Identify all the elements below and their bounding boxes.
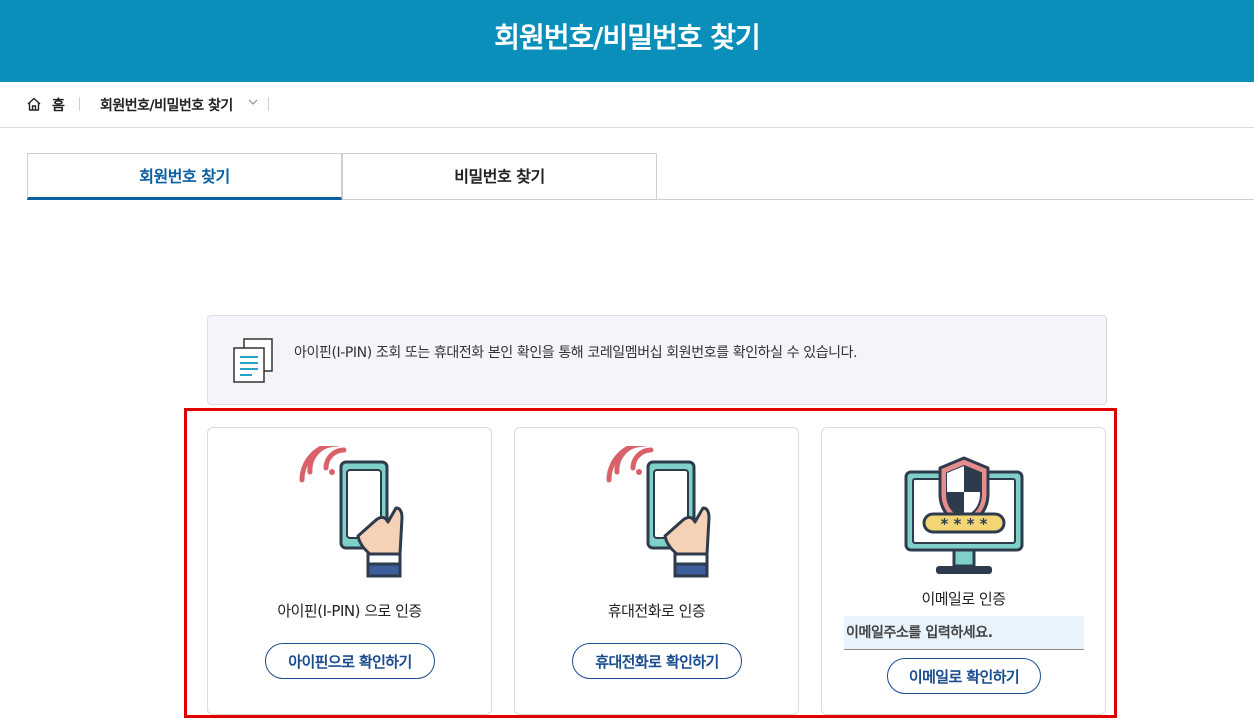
page-title: 회원번호/비밀번호 찾기 — [494, 21, 761, 54]
phone-card: 휴대전화로 인증 휴대전화로 확인하기 — [514, 427, 799, 715]
email-card-title: 이메일로 인증 — [921, 590, 1006, 608]
phone-hand-icon — [299, 446, 404, 578]
breadcrumb-divider — [79, 97, 80, 111]
tab-password[interactable]: 비밀번호 찾기 — [342, 153, 657, 200]
tab-member-number[interactable]: 회원번호 찾기 — [27, 153, 342, 200]
phone-verify-button[interactable]: 휴대전화로 확인하기 — [572, 643, 742, 679]
phone-card-title: 휴대전화로 인증 — [607, 602, 706, 620]
email-card: * * * * 이메일로 인증 이메일로 확인하기 — [821, 427, 1106, 715]
email-verify-button[interactable]: 이메일로 확인하기 — [887, 658, 1041, 694]
ipin-card-title: 아이핀(I-PIN) 으로 인증 — [277, 602, 422, 620]
phone-hand-icon — [606, 446, 711, 578]
breadcrumb-current[interactable]: 회원번호/비밀번호 찾기 — [100, 95, 233, 115]
info-text: 아이핀(I-PIN) 조회 또는 휴대전화 본인 확인을 통해 코레일멤버십 회… — [294, 345, 858, 361]
info-box: 아이핀(I-PIN) 조회 또는 휴대전화 본인 확인을 통해 코레일멤버십 회… — [207, 315, 1107, 405]
ipin-verify-button[interactable]: 아이핀으로 확인하기 — [265, 643, 435, 679]
tab-bar: 회원번호 찾기 비밀번호 찾기 — [27, 153, 657, 200]
email-input[interactable] — [844, 616, 1084, 650]
home-icon[interactable] — [26, 96, 42, 112]
tab-underline — [657, 199, 1254, 200]
svg-text:* * * *: * * * * — [940, 515, 987, 533]
monitor-shield-icon: * * * * — [904, 456, 1024, 574]
breadcrumb: 홈 회원번호/비밀번호 찾기 — [0, 82, 1254, 128]
chevron-down-icon[interactable] — [247, 96, 259, 108]
breadcrumb-divider — [268, 97, 269, 111]
breadcrumb-home[interactable]: 홈 — [52, 95, 65, 115]
document-icon — [233, 338, 273, 383]
ipin-card: 아이핀(I-PIN) 으로 인증 아이핀으로 확인하기 — [207, 427, 492, 715]
page-header: 회원번호/비밀번호 찾기 — [0, 0, 1254, 82]
